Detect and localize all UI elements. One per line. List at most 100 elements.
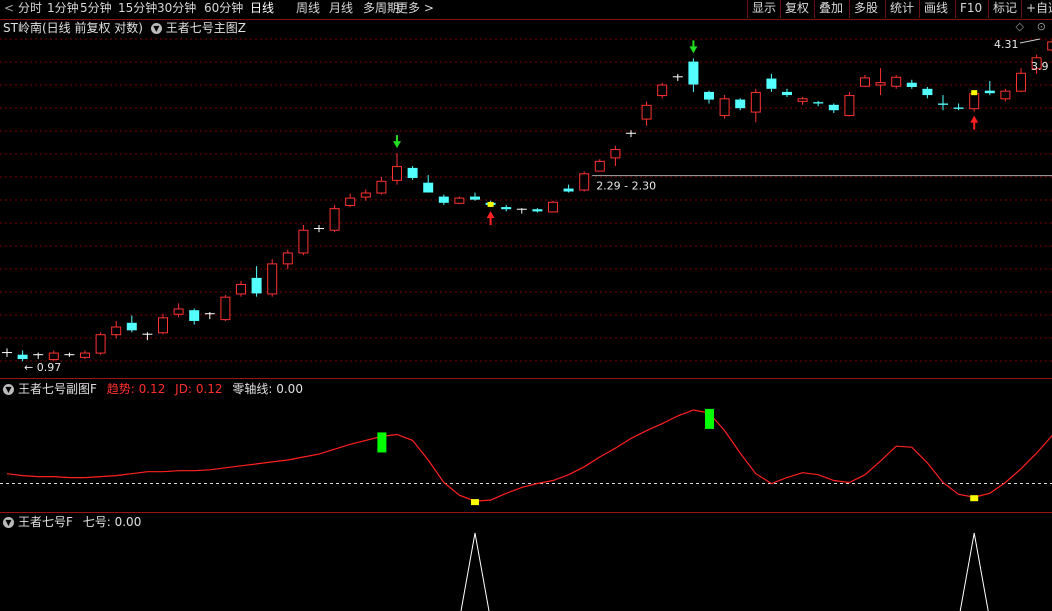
- period-tab-2[interactable]: 5分钟: [80, 0, 112, 18]
- candle-down: [735, 99, 746, 109]
- sell-arrow-icon: [393, 135, 401, 149]
- candle-up: [236, 283, 246, 295]
- toolbar-button-2[interactable]: 叠加: [814, 0, 843, 18]
- candle-up: [282, 252, 293, 265]
- toolbar-button-3[interactable]: 多股: [849, 0, 878, 18]
- trend-label: 趋势:: [106, 382, 135, 396]
- bottom-indicator-label: 王者七号F: [18, 515, 73, 529]
- toolbar-button-4[interactable]: 统计: [885, 0, 914, 18]
- qh-label: 七号:: [82, 515, 111, 529]
- candle-up: [345, 197, 356, 206]
- candle-up: [111, 326, 122, 336]
- toolbar-button-8[interactable]: +自选: [1021, 0, 1052, 18]
- candle-down: [766, 78, 777, 89]
- low-price-label: ← 0.97: [24, 361, 61, 374]
- toolbar-button-1[interactable]: 复权: [780, 0, 809, 18]
- buy-marker: [487, 201, 494, 207]
- candle-up: [95, 334, 106, 354]
- bottom-panel-title: ▼ 王者七号F 七号: 0.00: [3, 514, 141, 530]
- candle-up: [173, 308, 184, 315]
- candle-up: [875, 82, 886, 86]
- candle-up: [797, 98, 808, 102]
- sell-arrow-icon: [689, 40, 698, 54]
- candle-down: [438, 196, 449, 203]
- candle-up: [657, 84, 668, 97]
- period-tab-4[interactable]: 30分钟: [157, 0, 196, 18]
- trend-value: 0.12: [138, 382, 166, 396]
- sub-indicator-label: 王者七号副图F: [18, 382, 97, 396]
- candle-up: [376, 180, 387, 194]
- candle-down: [704, 91, 714, 100]
- candle-up: [860, 77, 870, 87]
- candle-down: [688, 61, 699, 85]
- period-tab-5[interactable]: 60分钟: [204, 0, 243, 18]
- period-tab-9[interactable]: 多周期: [363, 0, 399, 18]
- jd-label: JD:: [175, 382, 192, 396]
- chevron-down-icon[interactable]: ▼: [150, 23, 162, 34]
- candle-down: [953, 107, 964, 109]
- diamond-icon[interactable]: ◇: [1016, 20, 1024, 33]
- main-indicator-label: 王者七号主图Z: [165, 21, 247, 35]
- candle-down: [563, 188, 574, 192]
- candle-up: [454, 197, 465, 204]
- trend-line: [6, 409, 1052, 502]
- panel-divider: [0, 378, 1052, 379]
- period-tab-6[interactable]: 日线: [250, 0, 274, 18]
- period-tab-1[interactable]: 1分钟: [47, 0, 79, 18]
- period-tab-8[interactable]: 月线: [329, 0, 353, 18]
- buy-signal-square: [970, 495, 979, 502]
- toolbar-button-5[interactable]: 画线: [919, 0, 948, 18]
- candle-up: [548, 201, 558, 213]
- candle-up: [610, 149, 621, 159]
- stock-name-label: ST岭南(日线 前复权 对数): [3, 21, 143, 35]
- candle-up: [360, 192, 371, 198]
- candle-down: [906, 82, 917, 87]
- candle-up: [1047, 41, 1052, 51]
- candle-down: [17, 354, 28, 360]
- price-level-label: 2.29 - 2.30: [596, 180, 656, 193]
- main-panel-title: ST岭南(日线 前复权 对数) ▼ 王者七号主图Z: [3, 20, 246, 36]
- sell-signal-bar: [377, 432, 387, 453]
- high-price-label: 4.31: [994, 38, 1019, 51]
- chevron-down-icon[interactable]: ▼: [3, 384, 14, 395]
- candle-up: [891, 76, 902, 87]
- candle-down: [532, 209, 543, 212]
- candle-down: [922, 88, 933, 96]
- toolbar-button-6[interactable]: F10: [955, 0, 982, 18]
- pointer-line: [1019, 38, 1041, 44]
- trend-indicator-chart[interactable]: [0, 397, 1052, 512]
- period-tab-3[interactable]: 15分钟: [118, 0, 157, 18]
- candle-down: [828, 104, 839, 111]
- candle-down: [782, 91, 792, 96]
- candle-up: [220, 296, 231, 321]
- candle-down: [126, 322, 137, 331]
- right-price-label: 3.9: [1031, 60, 1049, 73]
- candlestick-chart[interactable]: 2.29 - 2.30 4.31 3.9 ← 0.97: [0, 37, 1052, 377]
- chevron-down-icon[interactable]: ▼: [3, 517, 14, 528]
- toolbar-button-7[interactable]: 标记: [988, 0, 1017, 18]
- candle-down: [813, 102, 824, 104]
- indicator-dropdown[interactable]: ▼ 王者七号主图Z: [150, 21, 247, 35]
- candle-up: [641, 104, 652, 120]
- buy-arrow-icon: [970, 115, 979, 130]
- period-tab-7[interactable]: 周线: [296, 0, 320, 18]
- back-arrow-icon[interactable]: <: [4, 0, 14, 18]
- candle-up: [267, 263, 278, 295]
- candle-up: [1016, 72, 1026, 92]
- buy-arrow-icon: [486, 211, 495, 226]
- candle-up: [579, 173, 590, 191]
- signal-spike-chart[interactable]: [0, 531, 1052, 611]
- target-icon[interactable]: ⊙: [1037, 20, 1046, 33]
- toolbar-button-0[interactable]: 显示: [747, 0, 776, 18]
- signal-spike: [460, 532, 490, 611]
- candle-down: [423, 182, 434, 193]
- candle-up: [329, 208, 340, 231]
- zero-line-label: 零轴线:: [232, 382, 273, 396]
- candle-up: [392, 166, 402, 181]
- candle-down: [501, 207, 512, 210]
- signal-spike: [959, 532, 989, 611]
- candle-down: [938, 103, 948, 105]
- period-tab-10[interactable]: 更多 >: [396, 0, 434, 18]
- sell-signal-bar: [705, 408, 714, 429]
- period-tab-0[interactable]: 分时: [18, 0, 42, 18]
